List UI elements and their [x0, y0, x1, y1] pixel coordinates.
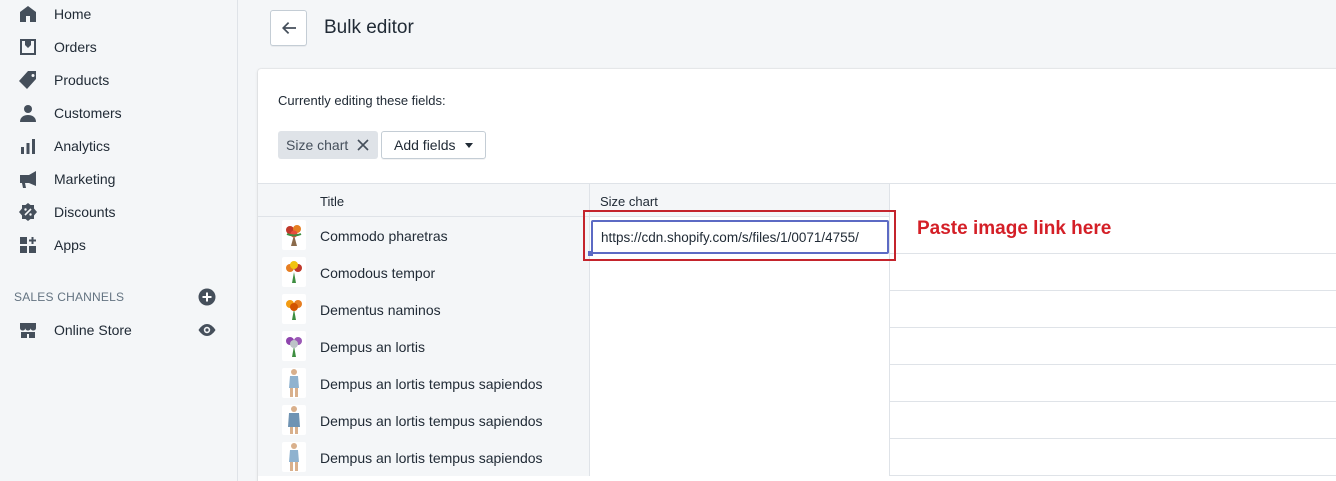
sidebar-item-analytics[interactable]: Analytics [0, 129, 237, 162]
product-thumbnail [282, 257, 306, 287]
row-title: Commodo pharetras [320, 228, 448, 244]
add-channel-icon[interactable] [198, 288, 216, 306]
add-fields-label: Add fields [394, 137, 456, 153]
product-thumbnail [282, 368, 306, 398]
row-title: Dempus an lortis tempus sapiendos [320, 413, 543, 429]
product-thumbnail [282, 442, 306, 472]
size-chart-cell[interactable] [589, 402, 890, 439]
home-icon [18, 4, 38, 24]
megaphone-icon [18, 169, 38, 189]
table-row: Dempus an lortis tempus sapiendos [258, 365, 1336, 402]
product-thumbnail [282, 405, 306, 435]
size-chart-cell[interactable] [589, 439, 890, 476]
sidebar: Home Orders Products Customers Analytics… [0, 0, 238, 481]
sidebar-item-label: Online Store [54, 321, 132, 338]
sidebar-item-label: Analytics [54, 137, 111, 154]
row-title: Dempus an lortis tempus sapiendos [320, 450, 543, 466]
table-row: Dempus an lortis tempus sapiendos [258, 439, 1336, 476]
product-thumbnail [282, 331, 306, 361]
field-tag-size-chart: Size chart [278, 131, 379, 159]
sidebar-item-home[interactable]: Home [0, 0, 237, 30]
sidebar-item-label: Products [54, 71, 110, 88]
discount-icon [18, 202, 38, 222]
add-fields-button[interactable]: Add fields [381, 131, 487, 159]
sidebar-item-label: Customers [54, 104, 122, 121]
size-chart-cell[interactable] [589, 328, 890, 365]
row-title: Comodous tempor [320, 265, 436, 281]
caret-down-icon [465, 142, 474, 148]
sidebar-item-label: Orders [54, 38, 97, 55]
column-header-title: Title [320, 194, 345, 209]
sidebar-item-products[interactable]: Products [0, 63, 237, 96]
editing-fields-label: Currently editing these fields: [278, 93, 446, 108]
sidebar-item-label: Apps [54, 236, 86, 253]
product-thumbnail [282, 220, 306, 250]
sidebar-item-label: Marketing [54, 170, 116, 187]
size-chart-cell[interactable] [589, 291, 890, 328]
sidebar-item-label: Home [54, 5, 92, 22]
row-title: Dempus an lortis tempus sapiendos [320, 376, 543, 392]
page-title: Bulk editor [324, 17, 414, 38]
arrow-left-icon [281, 22, 296, 34]
field-tag-label: Size chart [286, 137, 349, 153]
eye-icon[interactable] [197, 321, 217, 339]
apps-icon [18, 235, 38, 255]
annotation-text: Paste image link here [917, 218, 1112, 239]
bulk-editor-card: Currently editing these fields: Size cha… [258, 69, 1336, 481]
size-chart-cell[interactable] [589, 365, 890, 402]
annotation-highlight-box [583, 210, 896, 261]
sidebar-item-orders[interactable]: Orders [0, 30, 237, 63]
bar-chart-icon [18, 136, 38, 156]
sales-channels-title: SALES CHANNELS [14, 290, 125, 304]
sidebar-item-customers[interactable]: Customers [0, 96, 237, 129]
sidebar-item-apps[interactable]: Apps [0, 228, 237, 261]
table-row: Dempus an lortis [258, 328, 1336, 365]
row-title: Dementus naminos [320, 302, 441, 318]
sidebar-item-discounts[interactable]: Discounts [0, 195, 237, 228]
product-thumbnail [282, 294, 306, 324]
table-row: Dementus naminos [258, 291, 1336, 328]
sidebar-item-label: Discounts [54, 203, 116, 220]
table-row: Dempus an lortis tempus sapiendos [258, 402, 1336, 439]
row-title: Dempus an lortis [320, 339, 426, 355]
back-button[interactable] [270, 10, 307, 46]
tag-icon [18, 70, 38, 90]
orders-icon [18, 37, 38, 57]
remove-field-icon[interactable] [356, 138, 370, 152]
store-icon [18, 320, 38, 340]
person-icon [18, 103, 38, 123]
sidebar-item-marketing[interactable]: Marketing [0, 162, 237, 195]
